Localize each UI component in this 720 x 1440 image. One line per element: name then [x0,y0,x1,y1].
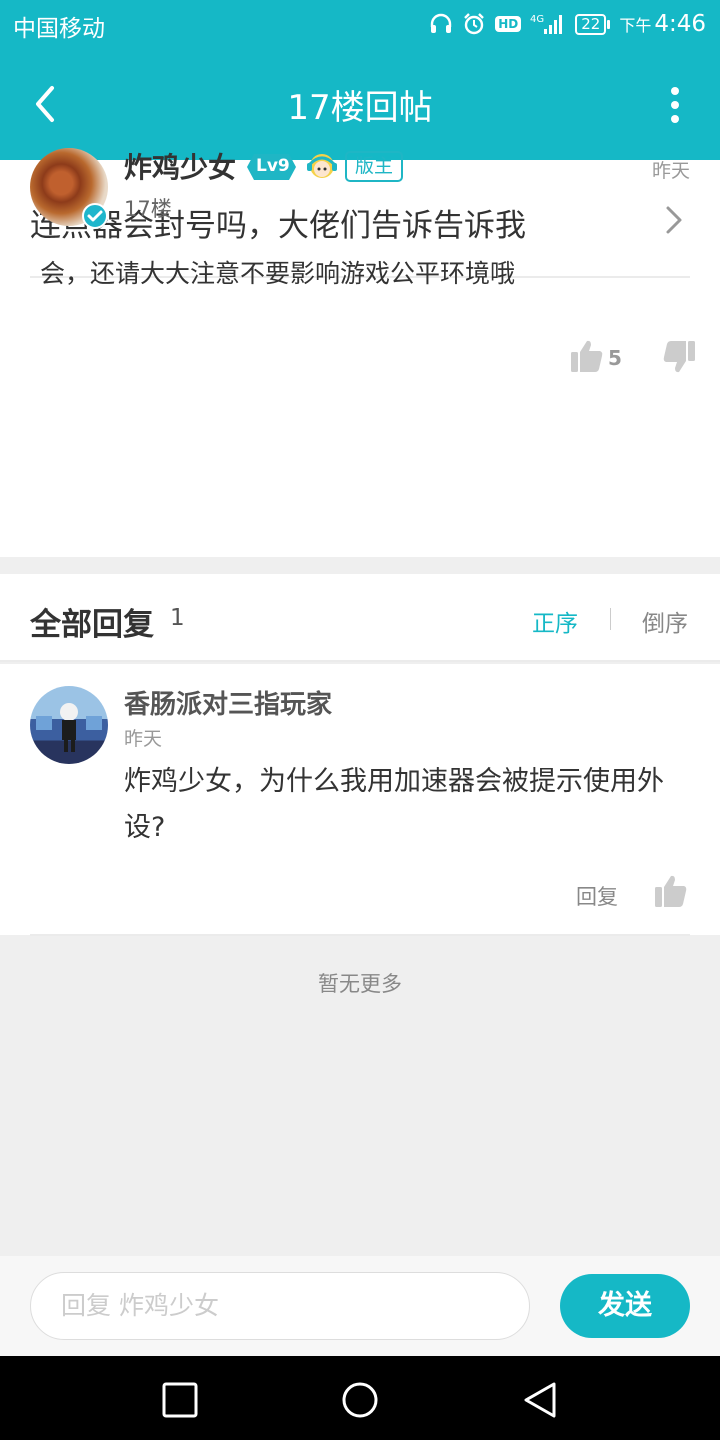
headphones-icon [429,13,453,35]
status-bar: 中国移动 HD 4G 22 下午 4:46 [0,0,720,50]
signal-icon: 4G [530,12,566,36]
sort-descending-tab[interactable]: 倒序 [642,604,688,638]
reply-time: 昨天 [124,728,163,750]
reply-bar: 回复 炸鸡少女 发送 [0,1256,720,1356]
page-title: 17楼回帖 [287,88,433,128]
reply-item: 香肠派对三指玩家 昨天 炸鸡少女，为什么我用加速器会被提示使用外设? 回复 [0,664,720,935]
thumbs-up-icon [570,339,604,377]
status-icons: HD 4G 22 下午 4:46 [429,8,706,40]
time-period: 下午 [619,16,652,35]
sort-divider [610,608,611,630]
op-post-time: 昨天 [651,160,690,182]
home-icon[interactable] [340,1380,380,1420]
reply-author-name[interactable]: 香肠派对三指玩家 [124,684,332,721]
verified-check-icon [82,203,108,229]
no-more-text: 暂无更多 [318,972,402,996]
more-vert-icon[interactable] [668,86,682,126]
moderator-badge: 版主 [345,151,404,182]
girl-emblem-icon [305,150,339,184]
op-floor-number: 17楼 [124,197,172,221]
navigation-bar [0,1356,720,1440]
hd-voice-indicator: HD [495,16,522,32]
replies-header: 全部回复 1 正序 倒序 [0,574,720,662]
replies-count: 1 [170,605,185,631]
thumbs-up-icon[interactable] [654,874,688,910]
carrier-name: 中国移动 [13,16,105,42]
replies-title: 全部回复 [30,607,154,643]
battery-level: 22 [575,13,607,35]
send-button[interactable]: 发送 [560,1274,690,1338]
sort-ascending-tab[interactable]: 正序 [532,604,578,638]
app-bar: 17楼回帖 [0,50,720,160]
recent-apps-icon[interactable] [160,1380,200,1420]
op-author-name[interactable]: 炸鸡少女 [124,146,236,186]
reply-input[interactable]: 回复 炸鸡少女 [30,1272,530,1340]
reply-divider [30,934,690,936]
clock-time: 4:46 [654,11,706,37]
level-badge-text: Lv9 [256,156,290,176]
reply-avatar[interactable] [30,686,108,764]
svg-text:4G: 4G [530,14,544,25]
battery-tip [607,19,611,29]
reply-button[interactable]: 回复 [576,881,618,911]
thumbs-down-icon[interactable] [662,340,696,376]
battery-indicator: 22 [575,13,611,35]
chevron-right-icon [664,205,684,235]
back-triangle-icon[interactable] [520,1380,560,1420]
reply-text: 炸鸡少女，为什么我用加速器会被提示使用外设? [124,766,664,843]
like-count: 5 [608,346,622,370]
like-button[interactable]: 5 [570,340,622,376]
alarm-clock-icon [462,12,486,36]
op-content: 会，还请大大注意不要影响游戏公平环境哦 [40,259,516,288]
